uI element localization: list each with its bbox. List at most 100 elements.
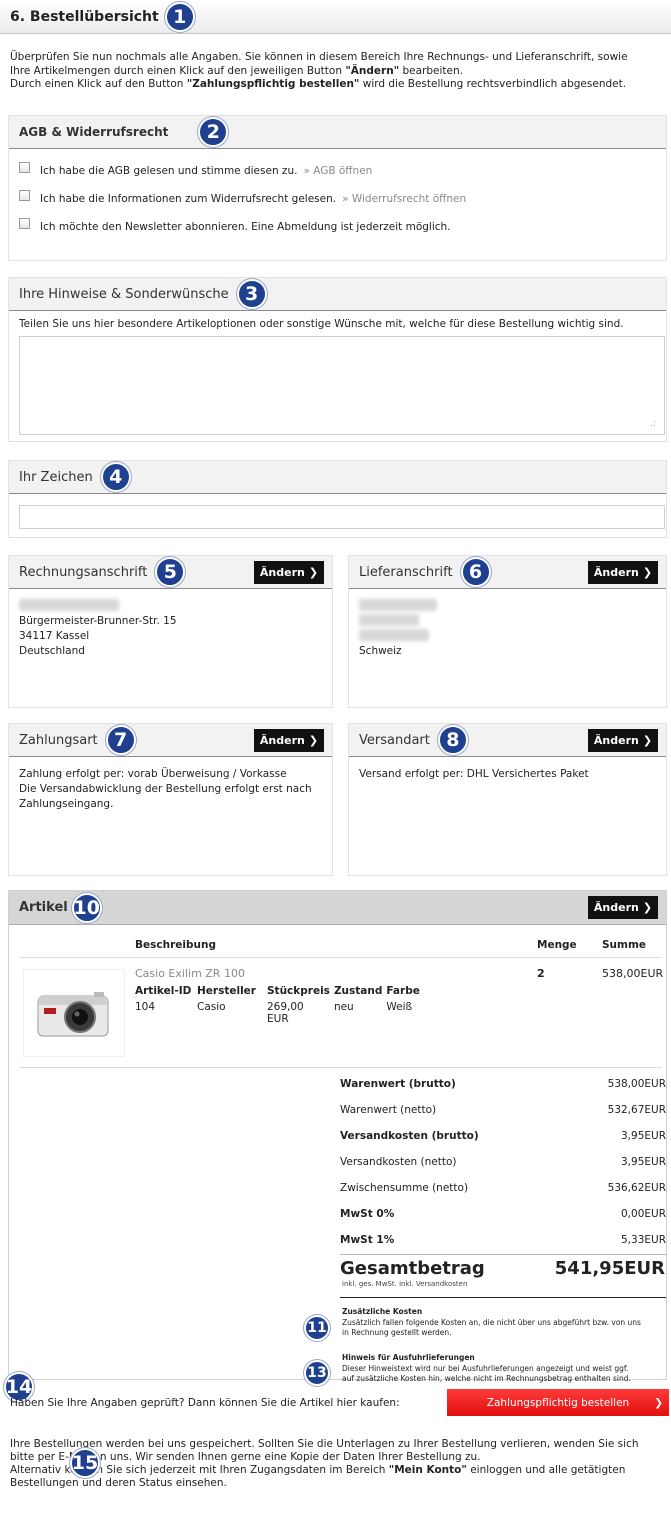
withdrawal-checkbox-label: Ich habe die Informationen zum Widerrufs…	[40, 193, 337, 205]
intro-text: Überprüfen Sie nun nochmals alle Angaben…	[10, 51, 660, 92]
delivery-panel-title: Versandart	[359, 732, 430, 748]
notes-panel-title: Ihre Hinweise & Sonderwünsche	[19, 286, 229, 302]
agb-checkbox-label: Ich habe die AGB gelesen und stimme dies…	[40, 165, 298, 177]
payment-panel-title: Zahlungsart	[19, 732, 98, 748]
chevron-right-icon: ❯	[308, 734, 319, 747]
grand-total-note: inkl. ges. MwSt. inkl. Versandkosten	[342, 1280, 468, 1288]
agb-checkbox-row: Ich habe die AGB gelesen und stimme dies…	[9, 157, 666, 185]
notes-textarea[interactable]	[19, 336, 665, 435]
grand-total-label: Gesamtbetrag	[340, 1258, 485, 1279]
redacted-city	[359, 629, 429, 641]
product-sum: 538,00EUR	[602, 967, 664, 980]
step-badge-15: 15	[70, 1448, 100, 1478]
edit-billing-button[interactable]: Ändern ❯	[254, 561, 324, 584]
edit-payment-button[interactable]: Ändern ❯	[254, 729, 324, 752]
col-header-quantity: Menge	[537, 939, 577, 951]
billing-country: Deutschland	[19, 645, 85, 657]
billing-panel-header: Rechnungsanschrift 5 Ändern ❯	[9, 556, 332, 589]
newsletter-checkbox[interactable]	[19, 217, 30, 229]
agb-panel: AGB & Widerrufsrecht 2 Ich habe die AGB …	[8, 115, 667, 261]
edit-delivery-button[interactable]: Ändern ❯	[588, 729, 658, 752]
page-title: 6. Bestellübersicht	[10, 8, 159, 25]
product-quantity: 2	[537, 967, 545, 980]
order-question: Haben Sie Ihre Angaben geprüft? Dann kön…	[10, 1397, 400, 1409]
step-badge-6: 6	[460, 557, 491, 587]
step-badge-1: 1	[164, 1, 195, 32]
resize-grip-icon[interactable]: .:	[650, 419, 656, 429]
agb-panel-header: AGB & Widerrufsrecht 2	[9, 116, 666, 149]
attr-value: Casio	[197, 1001, 226, 1013]
reference-panel-header: Ihr Zeichen 4	[9, 461, 666, 494]
attr-value-price: 269,00 EUR	[267, 1001, 304, 1025]
billing-street: Bürgermeister-Brunner-Str. 15	[19, 615, 177, 627]
total-row: MwSt 1% 5,33EUR	[340, 1234, 666, 1246]
step-badge-13: 13	[304, 1360, 330, 1386]
withdrawal-open-link[interactable]: » Widerrufsrecht öffnen	[342, 193, 466, 205]
product-image[interactable]	[23, 969, 125, 1057]
attr-header: Farbe	[386, 985, 420, 997]
payment-info: Zahlung erfolgt per: vorab Überweisung /…	[19, 768, 312, 810]
step-badge-7: 7	[105, 725, 136, 755]
reference-input[interactable]	[19, 505, 665, 529]
divider	[340, 1297, 666, 1298]
shipping-panel-title: Lieferanschrift	[359, 564, 453, 580]
step-badge-3: 3	[236, 279, 267, 309]
col-header-description: Beschreibung	[135, 939, 216, 951]
attr-value: Weiß	[386, 1001, 413, 1013]
shipping-panel: Lieferanschrift 6 Ändern ❯ Schweiz	[348, 555, 667, 708]
redacted-street	[359, 614, 419, 626]
agb-panel-title: AGB & Widerrufsrecht	[19, 125, 169, 139]
shipping-country: Schweiz	[359, 645, 402, 657]
step-badge-4: 4	[100, 462, 131, 492]
delivery-panel-header: Versandart 8 Ändern ❯	[349, 724, 666, 757]
billing-city: 34117 Kassel	[19, 630, 90, 642]
shipping-address: Schweiz	[349, 589, 666, 669]
withdrawal-checkbox[interactable]	[19, 189, 30, 201]
step-badge-5: 5	[155, 557, 186, 587]
step-badge-2: 2	[198, 117, 229, 147]
total-row: Zwischensumme (netto) 536,62EUR	[340, 1182, 666, 1194]
page-header: 6. Bestellübersicht 1	[0, 0, 671, 34]
payment-panel-header: Zahlungsart 7 Ändern ❯	[9, 724, 332, 757]
divider	[19, 957, 662, 958]
step-badge-11: 11	[304, 1315, 330, 1341]
notes-panel-header: Ihre Hinweise & Sonderwünsche 3	[9, 278, 666, 311]
edit-shipping-button[interactable]: Ändern ❯	[588, 561, 658, 584]
export-hint-note: Hinweis für Ausfuhrlieferungen Dieser Hi…	[342, 1353, 631, 1383]
delivery-info: Versand erfolgt per: DHL Versichertes Pa…	[359, 768, 589, 780]
divider	[19, 1067, 662, 1068]
step-badge-8: 8	[437, 725, 468, 755]
chevron-right-icon: ❯	[642, 566, 653, 579]
attr-value: neu	[333, 1001, 354, 1013]
edit-articles-button[interactable]: Ändern ❯	[588, 896, 658, 919]
footer-text: Ihre Bestellungen werden bei uns gespeic…	[10, 1438, 639, 1489]
total-row: Versandkosten (brutto) 3,95EUR	[340, 1130, 666, 1142]
attr-header: Artikel-ID	[135, 985, 192, 997]
agb-checkbox[interactable]	[19, 161, 30, 173]
place-order-button[interactable]: Zahlungspflichtig bestellen ❯	[447, 1389, 669, 1416]
withdrawal-checkbox-row: Ich habe die Informationen zum Widerrufs…	[9, 185, 666, 213]
attr-header: Stückpreis	[267, 985, 330, 997]
redacted-name	[359, 599, 437, 611]
notes-panel: Ihre Hinweise & Sonderwünsche 3 Teilen S…	[8, 277, 667, 442]
attr-header: Zustand	[333, 985, 383, 997]
shipping-panel-header: Lieferanschrift 6 Ändern ❯	[349, 556, 666, 589]
reference-panel: Ihr Zeichen 4	[8, 460, 667, 538]
product-name-link[interactable]: Casio Exilim ZR 100	[135, 967, 245, 980]
articles-panel-header: Artikel 10 Ändern ❯	[9, 891, 666, 925]
intro-line-3: Durch einen Klick auf den Button "Zahlun…	[10, 78, 627, 90]
notes-description: Teilen Sie uns hier besondere Artikelopt…	[19, 318, 624, 330]
newsletter-checkbox-label: Ich möchte den Newsletter abonnieren. Ei…	[40, 221, 451, 233]
billing-panel: Rechnungsanschrift 5 Ändern ❯ Bürgermeist…	[8, 555, 333, 708]
attr-header: Hersteller	[197, 985, 256, 997]
agb-open-link[interactable]: » AGB öffnen	[303, 165, 372, 177]
camera-icon	[37, 992, 109, 1037]
billing-panel-title: Rechnungsanschrift	[19, 564, 148, 580]
total-row: MwSt 0% 0,00EUR	[340, 1208, 666, 1220]
articles-panel-title: Artikel	[19, 900, 68, 915]
billing-address: Bürgermeister-Brunner-Str. 15 34117 Kass…	[9, 589, 332, 669]
chevron-right-icon: ❯	[642, 901, 653, 914]
chevron-right-icon: ❯	[308, 566, 319, 579]
intro-line-1: Überprüfen Sie nun nochmals alle Angaben…	[10, 51, 628, 63]
total-row: Warenwert (netto) 532,67EUR	[340, 1104, 666, 1116]
